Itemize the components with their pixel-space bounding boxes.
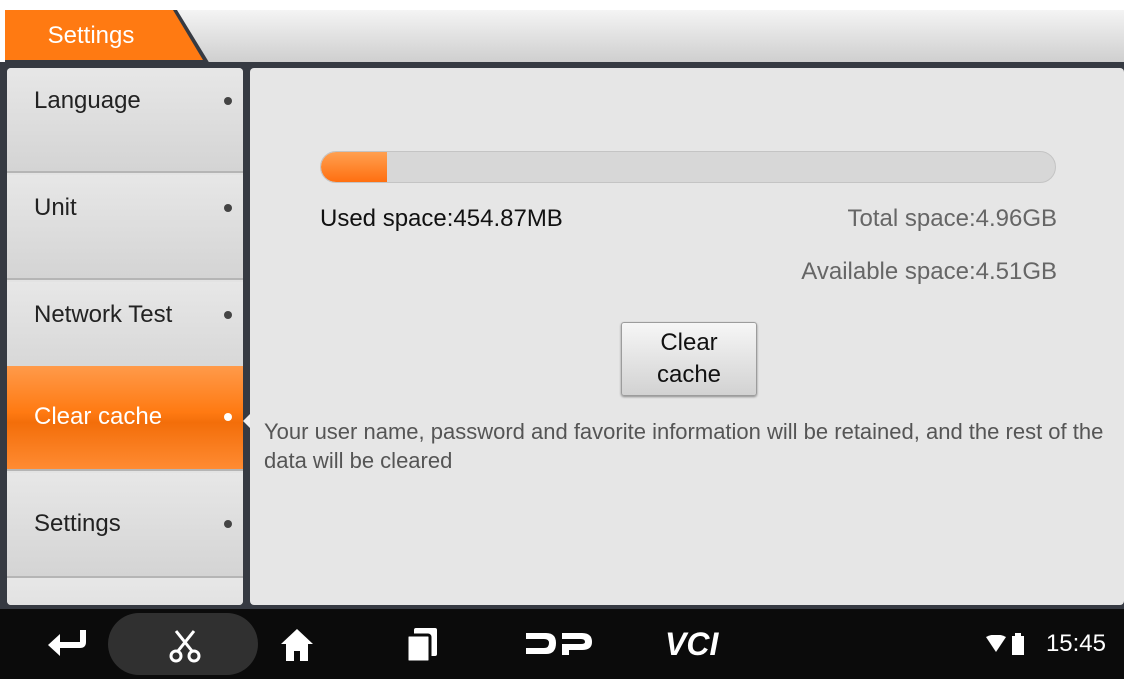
bullet-icon [224, 204, 232, 212]
scissors-icon[interactable] [168, 627, 202, 663]
status-clock: 15:45 [1045, 630, 1106, 657]
sidebar: Language Unit Network Test Clear cache S… [7, 68, 243, 605]
used-space-label: Used space:454.87MB [320, 205, 563, 232]
battery-icon [1012, 633, 1024, 655]
bullet-icon [224, 311, 232, 319]
sidebar-item-settings[interactable]: Settings [7, 473, 243, 578]
available-space-label: Available space:4.51GB [801, 258, 1057, 285]
settings-screen: Settings Language Unit Network Test Clea… [0, 0, 1124, 679]
navigation-bar: VCI 15:45 [0, 609, 1124, 679]
bullet-icon [224, 520, 232, 528]
sidebar-item-label: Unit [34, 194, 77, 221]
sidebar-item-language[interactable]: Language [7, 68, 243, 173]
storage-progress-fill [321, 152, 388, 182]
clear-cache-note: Your user name, password and favorite in… [264, 419, 1104, 473]
page-title: Settings [47, 22, 135, 49]
home-icon[interactable] [279, 627, 315, 663]
dp-logo-icon[interactable] [524, 629, 594, 659]
sidebar-item-label: Language [34, 87, 141, 114]
sidebar-item-label: Network Test [34, 301, 173, 328]
sidebar-item-label: Clear cache [34, 403, 163, 430]
recents-icon[interactable] [405, 626, 439, 664]
back-icon[interactable] [46, 626, 92, 662]
sidebar-item-label: Settings [34, 510, 121, 537]
bullet-icon [224, 97, 232, 105]
wifi-icon [986, 635, 1006, 652]
clear-cache-button[interactable]: Clear cache [621, 322, 757, 396]
vci-icon[interactable]: VCI [663, 628, 745, 660]
sidebar-item-unit[interactable]: Unit [7, 175, 243, 280]
content-panel: Used space:454.87MB Total space:4.96GB A… [250, 68, 1124, 605]
bullet-icon [224, 413, 232, 421]
sidebar-item-empty [7, 578, 243, 605]
sidebar-item-clear-cache[interactable]: Clear cache [7, 366, 243, 471]
total-space-label: Total space:4.96GB [847, 205, 1057, 232]
storage-progress-bar [320, 151, 1056, 183]
svg-text:VCI: VCI [665, 628, 719, 660]
settings-tab[interactable]: Settings [5, 10, 210, 64]
